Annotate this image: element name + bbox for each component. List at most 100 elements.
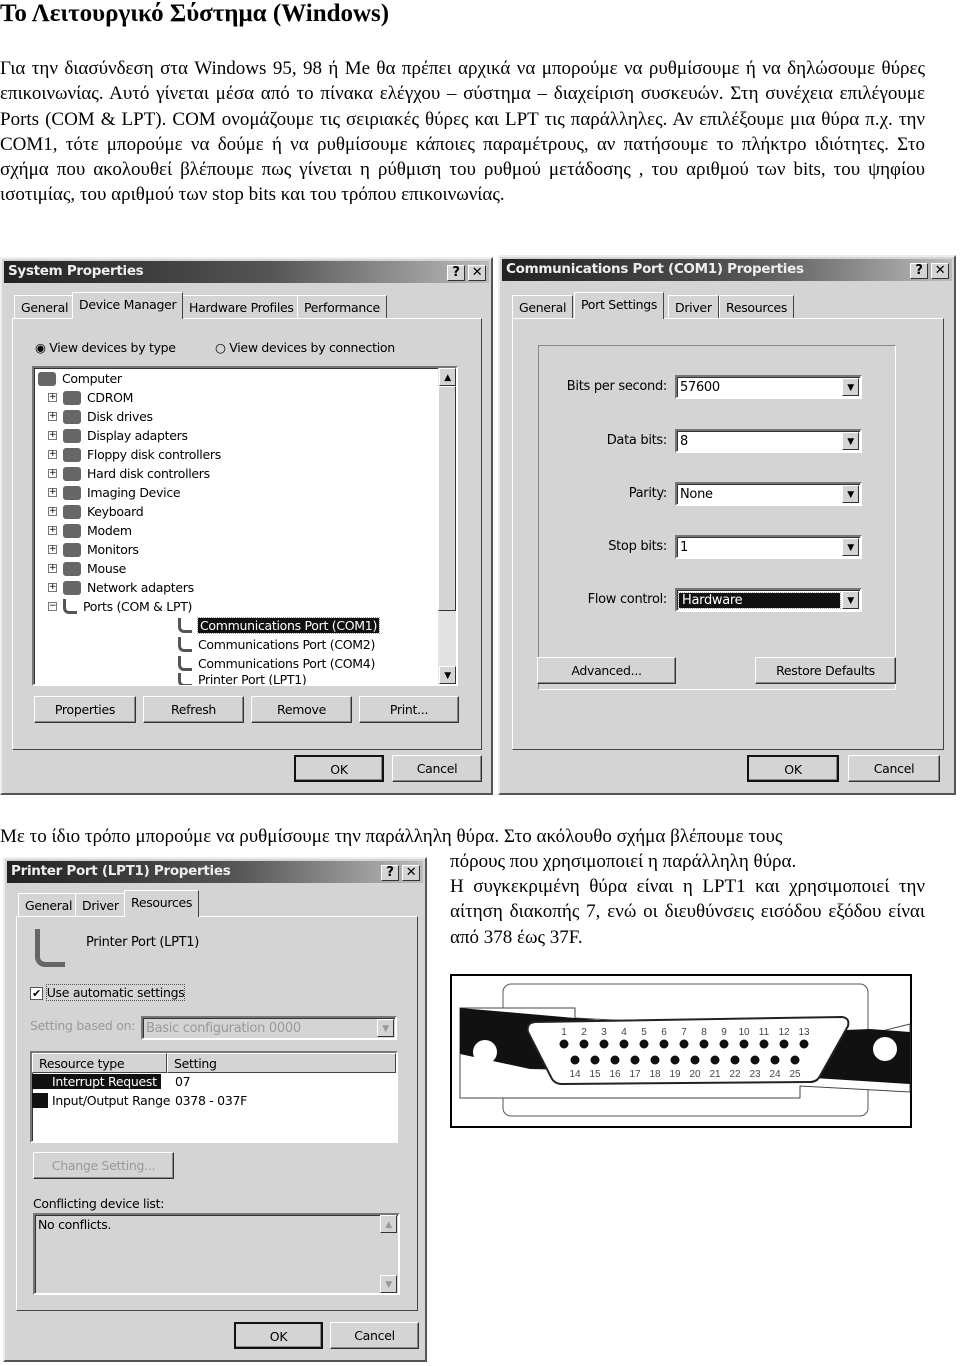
use-automatic-settings-checkbox[interactable]: ✔ Use automatic settings: [30, 984, 186, 1001]
help-button[interactable]: ?: [381, 865, 399, 881]
scrollbar[interactable]: ▲ ▼: [438, 368, 456, 684]
tab-driver[interactable]: Driver: [668, 295, 719, 319]
tree-item[interactable]: Printer Port (LPT1): [178, 673, 306, 685]
tree-item[interactable]: Communications Port (COM1): [178, 616, 381, 635]
scroll-thumb[interactable]: [438, 386, 456, 611]
scroll-up-button[interactable]: ▲: [380, 1215, 397, 1233]
advanced-button[interactable]: Advanced...: [537, 657, 676, 684]
expand-icon[interactable]: +: [48, 431, 57, 440]
expand-icon[interactable]: +: [48, 393, 57, 402]
pin: [639, 1039, 649, 1049]
tree-item[interactable]: + Hard disk controllers: [48, 464, 210, 483]
expand-icon[interactable]: +: [48, 507, 57, 516]
pin-number: 13: [798, 1027, 810, 1038]
cancel-button[interactable]: Cancel: [330, 1322, 419, 1349]
field-combo[interactable]: Hardware ▼: [675, 588, 862, 612]
ok-button[interactable]: OK: [747, 755, 839, 782]
tree-item[interactable]: + Disk drives: [48, 407, 153, 426]
close-button[interactable]: ✕: [402, 865, 420, 881]
device-tree[interactable]: ▲ ▼ Computer + CDROM + Disk drives + Display a…: [32, 366, 458, 686]
tab-driver[interactable]: Driver: [75, 893, 126, 917]
change-setting-button[interactable]: Change Setting...: [33, 1152, 174, 1179]
tree-item-label: Printer Port (LPT1): [198, 673, 307, 685]
scroll-down-button[interactable]: ▼: [439, 666, 456, 684]
close-button[interactable]: ✕: [468, 265, 486, 281]
chevron-down-icon[interactable]: ▼: [377, 1019, 394, 1037]
field-combo[interactable]: 57600 ▼: [675, 375, 862, 399]
print-button[interactable]: Print...: [359, 696, 459, 723]
tab-general[interactable]: General: [14, 295, 76, 319]
tree-item[interactable]: + Keyboard: [48, 502, 144, 521]
tab-resources[interactable]: Resources: [124, 890, 200, 917]
cancel-button[interactable]: Cancel: [392, 755, 482, 782]
field-combo[interactable]: 1 ▼: [675, 535, 862, 559]
pin: [799, 1039, 809, 1049]
scroll-down-button[interactable]: ▼: [380, 1275, 397, 1293]
expand-icon[interactable]: +: [48, 564, 57, 573]
chevron-down-icon[interactable]: ▼: [842, 485, 859, 503]
expand-icon[interactable]: +: [48, 526, 57, 535]
collapse-icon[interactable]: −: [48, 602, 57, 611]
expand-icon[interactable]: +: [48, 469, 57, 478]
refresh-button[interactable]: Refresh: [143, 696, 244, 723]
expand-icon[interactable]: +: [48, 545, 57, 554]
device-icon: [63, 428, 81, 443]
expand-icon[interactable]: +: [48, 488, 57, 497]
tree-item[interactable]: Communications Port (COM2): [178, 635, 375, 654]
resource-list[interactable]: Resource type Setting Interrupt Request 0…: [30, 1051, 398, 1143]
restore-defaults-button[interactable]: Restore Defaults: [755, 657, 896, 684]
help-button[interactable]: ?: [447, 265, 465, 281]
tab-resources[interactable]: Resources: [719, 295, 795, 319]
help-button[interactable]: ?: [910, 263, 928, 279]
remove-button[interactable]: Remove: [251, 696, 352, 723]
combo-value: Basic configuration 0000: [146, 1021, 301, 1036]
tree-item[interactable]: + Mouse: [48, 559, 126, 578]
tab-hardware-profiles[interactable]: Hardware Profiles: [182, 295, 301, 319]
tree-item[interactable]: Communications Port (COM4): [178, 654, 375, 673]
tree-item[interactable]: + Floppy disk controllers: [48, 445, 221, 464]
tree-item[interactable]: Computer: [38, 369, 122, 388]
pin: [759, 1039, 769, 1049]
tree-item[interactable]: + Imaging Device: [48, 483, 181, 502]
tree-item[interactable]: + Modem: [48, 521, 132, 540]
ok-button[interactable]: OK: [234, 1322, 323, 1349]
tree-item[interactable]: + CDROM: [48, 388, 133, 407]
tab-general[interactable]: General: [18, 893, 80, 917]
properties-button[interactable]: Properties: [34, 696, 136, 723]
tree-item[interactable]: + Display adapters: [48, 426, 188, 445]
table-row[interactable]: Input/Output Range 0378 - 037F: [32, 1093, 247, 1112]
ok-button[interactable]: OK: [294, 755, 384, 782]
field-combo[interactable]: 8 ▼: [675, 429, 862, 453]
tree-item[interactable]: − Ports (COM & LPT): [48, 597, 192, 616]
tree-item[interactable]: + Monitors: [48, 540, 139, 559]
tree-item-label: CDROM: [87, 390, 134, 405]
table-row[interactable]: Interrupt Request 07: [32, 1074, 191, 1093]
cancel-button[interactable]: Cancel: [848, 755, 940, 782]
tab-device-manager[interactable]: Device Manager: [72, 292, 184, 319]
chevron-down-icon[interactable]: ▼: [842, 538, 859, 556]
conflict-list[interactable]: No conflicts. ▲ ▼: [33, 1213, 400, 1295]
radio-view-by-connection[interactable]: ○ View devices by connection: [215, 340, 395, 355]
chevron-down-icon[interactable]: ▼: [842, 378, 859, 396]
close-button[interactable]: ✕: [931, 263, 949, 279]
expand-icon[interactable]: +: [48, 583, 57, 592]
scroll-up-button[interactable]: ▲: [439, 368, 456, 386]
tree-item[interactable]: + Network adapters: [48, 578, 194, 597]
expand-icon[interactable]: +: [48, 412, 57, 421]
device-icon: [63, 485, 81, 500]
chevron-down-icon[interactable]: ▼: [842, 591, 859, 609]
tab-performance[interactable]: Performance: [297, 295, 387, 319]
column-setting[interactable]: Setting: [167, 1053, 396, 1073]
field-combo[interactable]: None ▼: [675, 482, 862, 506]
tab-port-settings[interactable]: Port Settings: [574, 292, 665, 319]
column-resource-type[interactable]: Resource type: [32, 1053, 167, 1073]
setting-based-combo[interactable]: Basic configuration 0000 ▼: [141, 1016, 397, 1040]
tab-general[interactable]: General: [512, 295, 574, 319]
device-icon: [63, 580, 81, 595]
pin-number: 14: [569, 1069, 581, 1080]
expand-icon[interactable]: +: [48, 450, 57, 459]
radio-view-by-type[interactable]: ◉ View devices by type: [35, 340, 176, 355]
combo-value: 57600: [680, 380, 720, 395]
pin-number: 2: [581, 1027, 587, 1038]
chevron-down-icon[interactable]: ▼: [842, 432, 859, 450]
